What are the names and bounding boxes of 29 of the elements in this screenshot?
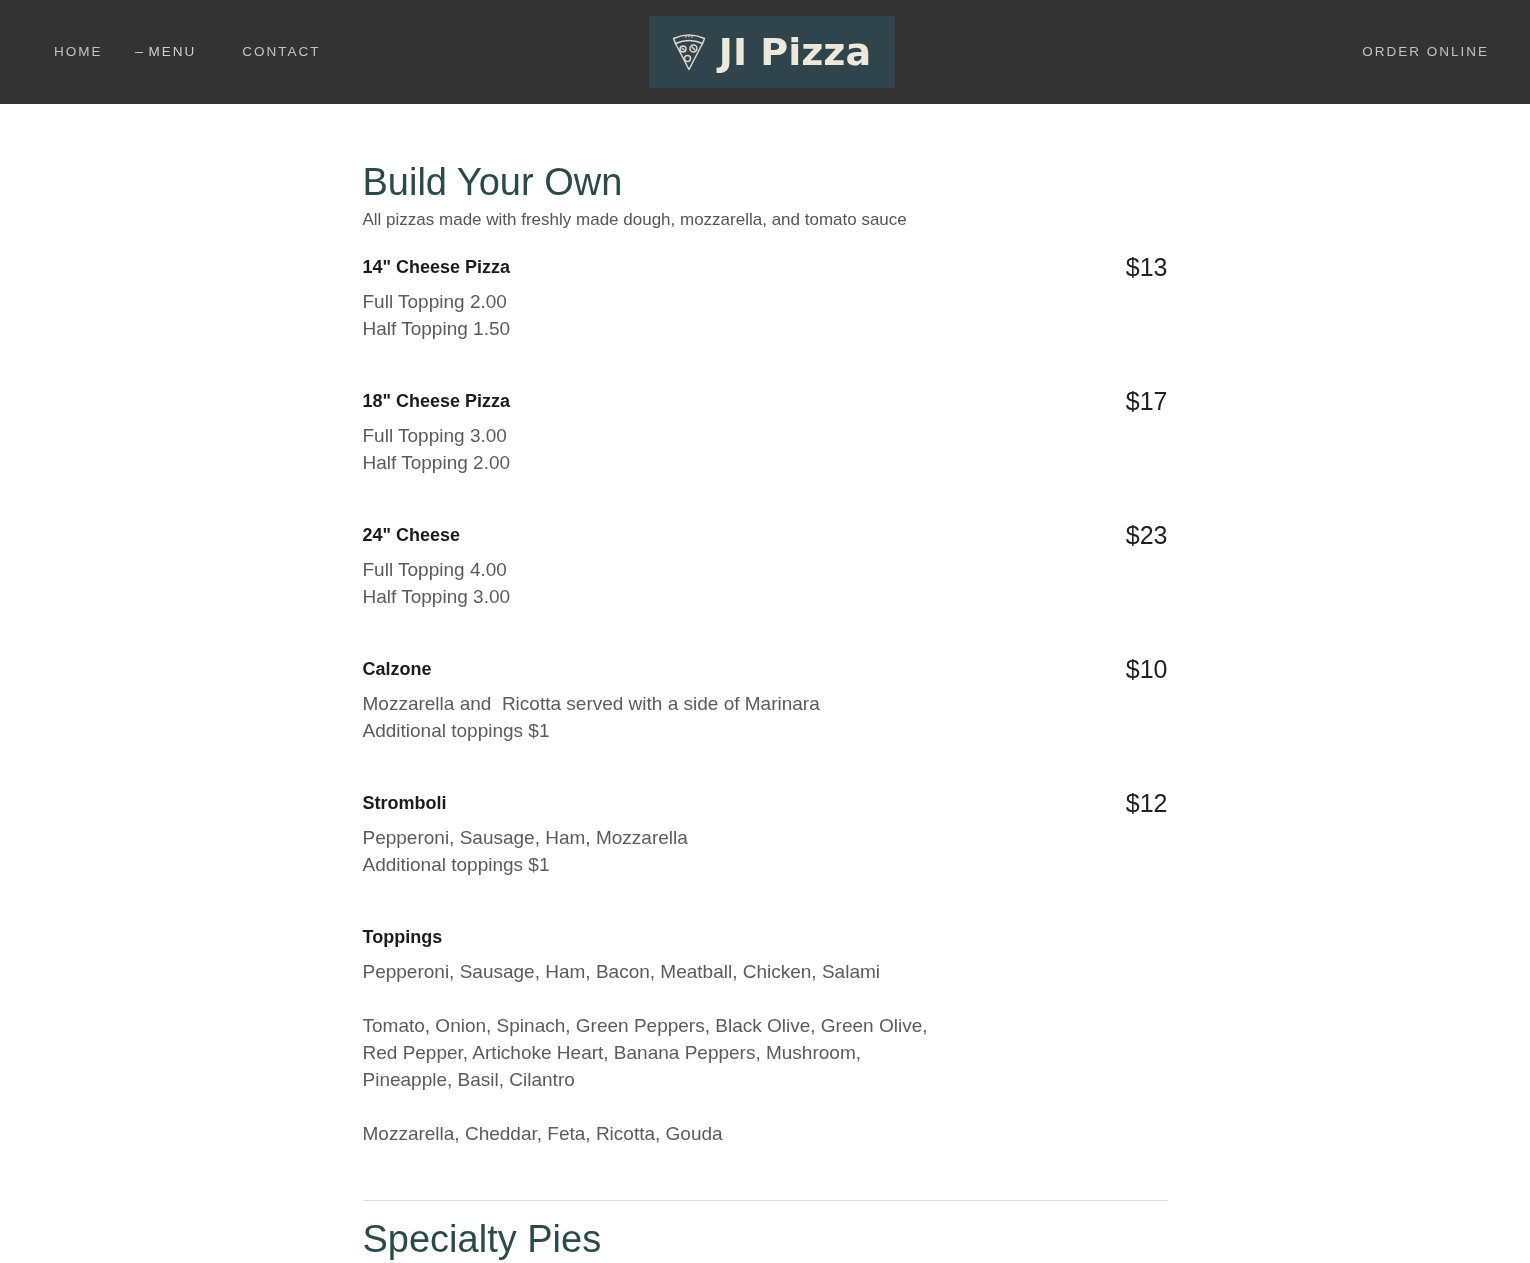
item-price: $23 — [1125, 520, 1168, 549]
item-price: $10 — [1125, 654, 1168, 683]
item-price: $13 — [1125, 252, 1168, 281]
item-price: $12 — [1125, 788, 1168, 817]
dash-icon — [134, 51, 143, 53]
item-description: Full Topping 2.00 Half Topping 1.50 — [362, 290, 511, 342]
item-name: 24" Cheese — [362, 523, 461, 547]
order-online-link[interactable]: ORDER ONLINE — [1362, 42, 1489, 62]
section-subtitle: All pizzas made with freshly made dough, mozzarella, and tomato sauce — [362, 208, 907, 231]
nav-link[interactable]: HOME — [54, 42, 103, 62]
item-description: Mozzarella and Ricotta served with a side of Marinara Additional toppings $1 — [362, 692, 820, 744]
item-name: 14" Cheese Pizza — [362, 255, 511, 279]
item-description: Full Topping 3.00 Half Topping 2.00 — [362, 424, 511, 476]
pizza-slice-icon — [671, 33, 706, 71]
section-heading: Specialty Pies — [362, 1219, 602, 1262]
logo-link[interactable]: JI Pizza — [648, 16, 895, 88]
item-name: Toppings — [362, 925, 443, 949]
item-name: 18" Cheese Pizza — [362, 389, 511, 413]
item-description: Tomato, Onion, Spinach, Green Peppers, Black Olive, Green Olive, Red Pepper, Artichoke Heart, Banana Peppers, Mushroom, Pineapple, Basil, Cilantro — [362, 1014, 928, 1093]
item-description: Pepperoni, Sausage, Ham, Bacon, Meatball, Chicken, Salami — [362, 960, 880, 985]
nav-link[interactable]: MENU — [148, 42, 197, 62]
item-name: Calzone — [362, 657, 432, 681]
item-price: $17 — [1125, 386, 1168, 415]
section-heading: Build Your Own — [362, 162, 623, 204]
item-description: Full Topping 4.00 Half Topping 3.00 — [362, 558, 511, 610]
item-description: Mozzarella, Cheddar, Feta, Ricotta, Gouda — [362, 1122, 723, 1147]
item-name: Stromboli — [362, 791, 447, 815]
nav-link[interactable]: CONTACT — [242, 42, 321, 62]
item-description: Pepperoni, Sausage, Ham, Mozzarella Additional toppings $1 — [362, 826, 688, 878]
